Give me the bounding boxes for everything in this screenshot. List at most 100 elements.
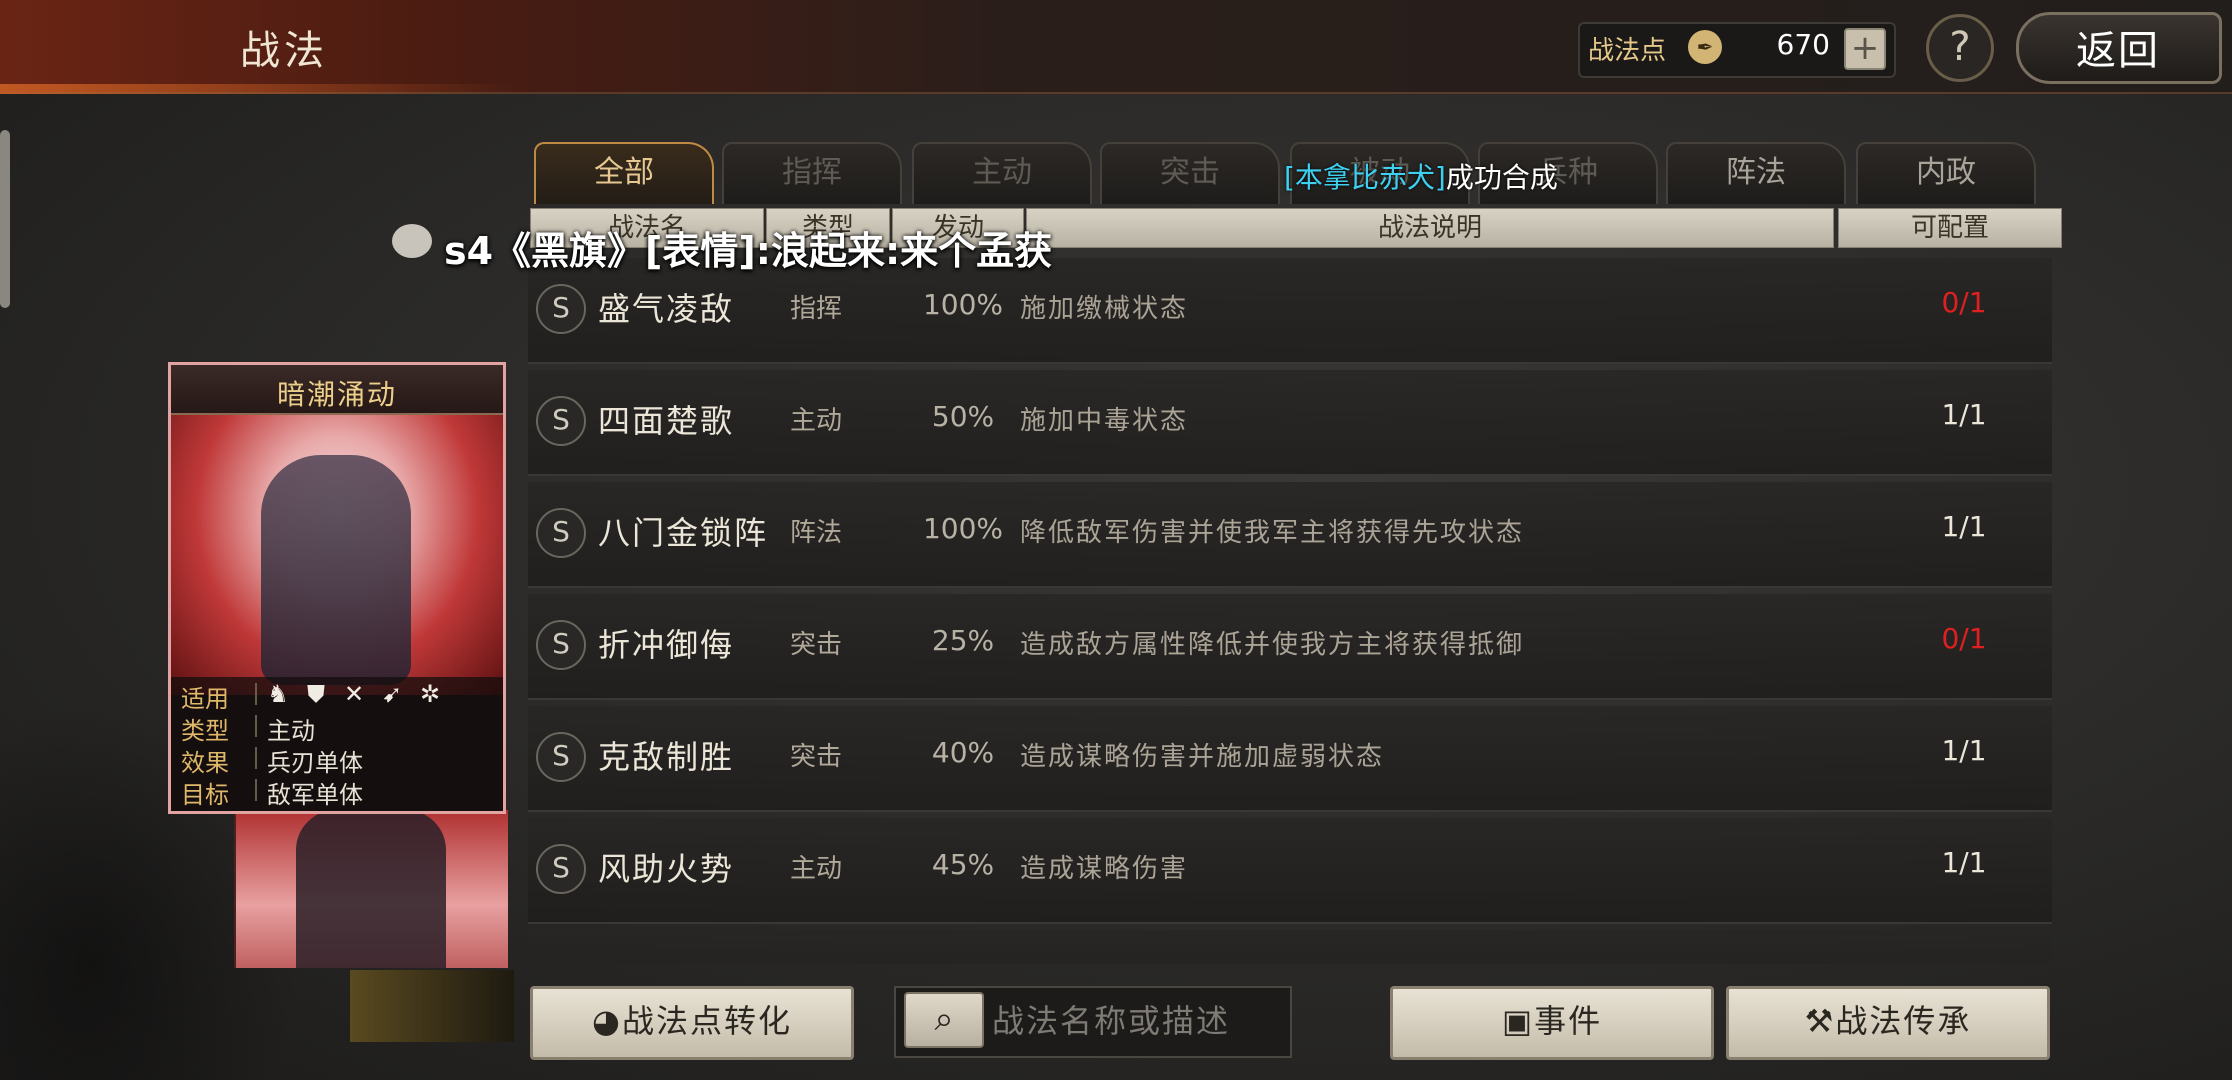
- left-scrollbar[interactable]: [0, 130, 10, 308]
- tab-formation[interactable]: 阵法: [1666, 142, 1846, 204]
- table-row[interactable]: S 折冲御侮 突击 25% 造成敌方属性降低并使我方主将获得抵御 0/1: [528, 594, 2052, 700]
- tactic-description: 造成敌方属性降低并使我方主将获得抵御: [1020, 630, 1525, 660]
- tab-command[interactable]: 指挥: [722, 142, 902, 204]
- tactic-list[interactable]: S 盛气凌敌 指挥 100% 施加缴械状态 0/1 S 四面楚歌 主动 50% …: [528, 258, 2052, 964]
- tactic-rate: 25%: [931, 624, 995, 657]
- event-label: 事件: [1534, 1002, 1603, 1040]
- tactic-rate: 40%: [931, 736, 995, 769]
- table-row[interactable]: S 四面楚歌 主动 50% 施加中毒状态 1/1: [528, 370, 2052, 476]
- tactic-points-label: 战法点: [1588, 36, 1667, 66]
- tactic-card[interactable]: 暗潮涌动 适用 ♞ ⛊ ✕ ➹ ✲ 类型 主动 效果 兵刃单体 目标 敌军单体: [168, 362, 506, 814]
- cavalry-icon: ♞: [267, 680, 289, 708]
- tactic-description: 造成谋略伤害: [1020, 854, 1189, 884]
- card-type-label: 类型: [181, 717, 229, 745]
- tactic-name: 风助火势: [598, 850, 735, 888]
- card-applicable-label: 适用: [181, 685, 229, 713]
- card-type-value: 主动: [267, 717, 315, 745]
- tactic-name: 折冲御侮: [598, 626, 735, 664]
- card-back-2: [350, 970, 514, 1042]
- tab-all[interactable]: 全部: [534, 142, 714, 204]
- top-bar: [0, 0, 2232, 94]
- quill-icon: ✒: [1688, 30, 1722, 64]
- tactic-configurable: 1/1: [1941, 510, 1987, 543]
- tactic-configurable: 0/1: [1941, 286, 1987, 319]
- card-back-1: [234, 810, 508, 968]
- tactic-description: 施加缴械状态: [1020, 294, 1189, 324]
- warrior-silhouette: [261, 455, 411, 685]
- card-separator: [255, 683, 257, 705]
- tactic-configurable: 0/1: [1941, 622, 1987, 655]
- tactic-description: 造成谋略伤害并施加虚弱状态: [1020, 742, 1385, 772]
- convert-points-button[interactable]: ◕战法点转化: [530, 986, 854, 1060]
- search-icon: ⌕: [934, 999, 954, 1039]
- card-effect-value: 兵刃单体: [267, 749, 363, 777]
- help-button[interactable]: ?: [1926, 14, 1994, 82]
- card-title: 暗潮涌动: [276, 378, 397, 411]
- tactic-name: 盛气凌敌: [598, 290, 735, 328]
- rank-badge: S: [536, 508, 586, 558]
- card-separator: [255, 779, 257, 801]
- table-row[interactable]: S 八门金锁阵 阵法 100% 降低敌军伤害并使我军主将获得先攻状态 1/1: [528, 482, 2052, 588]
- tab-active[interactable]: 主动: [912, 142, 1092, 204]
- inherit-tactic-button[interactable]: ⚒战法传承: [1726, 986, 2050, 1060]
- broadcast-message: 成功合成: [1445, 161, 1558, 194]
- rank-badge: S: [536, 284, 586, 334]
- table-row-partial[interactable]: [528, 930, 2052, 964]
- tactic-name: 克敌制胜: [598, 738, 735, 776]
- tactic-configurable: 1/1: [1941, 398, 1987, 431]
- tactic-configurable: 1/1: [1941, 846, 1987, 879]
- event-button[interactable]: ▣事件: [1390, 986, 1714, 1060]
- column-header-configurable[interactable]: 可配置: [1838, 208, 2062, 248]
- tab-internal[interactable]: 内政: [1856, 142, 2036, 204]
- back-button-label[interactable]: 返回: [2076, 18, 2160, 76]
- tactic-rate: 45%: [931, 848, 995, 881]
- tactic-name: 四面楚歌: [598, 402, 735, 440]
- table-row[interactable]: S 风助火势 主动 45% 造成谋略伤害 1/1: [528, 818, 2052, 924]
- tactic-name: 八门金锁阵: [598, 514, 769, 552]
- add-points-button[interactable]: +: [1844, 28, 1886, 70]
- tactic-rate: 100%: [922, 512, 1004, 545]
- card-target-value: 敌军单体: [267, 781, 363, 809]
- tactic-description: 降低敌军伤害并使我军主将获得先攻状态: [1020, 518, 1525, 548]
- event-icon: ▣: [1501, 1002, 1535, 1040]
- system-broadcast: [本拿比赤犬]成功合成: [1284, 156, 1558, 196]
- chat-message[interactable]: s4《黑旗》[表情]:浪起来:来个孟获: [444, 220, 1052, 275]
- tactic-type: 指挥: [790, 294, 843, 324]
- spear-icon: ➹: [381, 680, 403, 708]
- column-header-description: 战法说明: [1026, 208, 1834, 248]
- tactic-description: 施加中毒状态: [1020, 406, 1189, 436]
- rank-badge: S: [536, 732, 586, 782]
- broadcast-player-name: [本拿比赤犬]: [1284, 161, 1446, 194]
- rank-badge: S: [536, 844, 586, 894]
- table-row[interactable]: S 克敌制胜 突击 40% 造成谋略伤害并施加虚弱状态 1/1: [528, 706, 2052, 812]
- tactic-type: 主动: [790, 854, 843, 884]
- search-button[interactable]: ⌕: [904, 992, 984, 1048]
- card-separator: [255, 747, 257, 769]
- tab-assault[interactable]: 突击: [1100, 142, 1280, 204]
- tactic-type: 主动: [790, 406, 843, 436]
- tactic-rate: 50%: [931, 400, 995, 433]
- chat-bubble-icon: [392, 224, 432, 258]
- top-bar-glow: [0, 84, 520, 94]
- tactic-type: 突击: [790, 630, 843, 660]
- tactic-configurable: 1/1: [1941, 734, 1987, 767]
- rank-badge: S: [536, 396, 586, 446]
- rank-badge: S: [536, 620, 586, 670]
- wheel-icon: ✲: [419, 680, 441, 708]
- card-back-art: [296, 810, 446, 968]
- tactic-rate: 100%: [922, 288, 1004, 321]
- inherit-tactic-label: 战法传承: [1835, 1002, 1972, 1040]
- bow-icon: ✕: [343, 680, 365, 708]
- shield-icon: ⛊: [307, 680, 325, 708]
- tactic-type: 阵法: [790, 518, 843, 548]
- card-target-label: 目标: [181, 781, 229, 809]
- card-effect-label: 效果: [181, 749, 229, 777]
- tactic-points-value: 670: [1776, 28, 1830, 61]
- flame-icon: ◕: [592, 1002, 622, 1040]
- card-art: [171, 415, 503, 695]
- hammer-icon: ⚒: [1804, 1002, 1836, 1040]
- card-separator: [255, 715, 257, 737]
- page-title: 战法: [240, 28, 328, 74]
- search-input[interactable]: [990, 998, 1284, 1044]
- tactic-type: 突击: [790, 742, 843, 772]
